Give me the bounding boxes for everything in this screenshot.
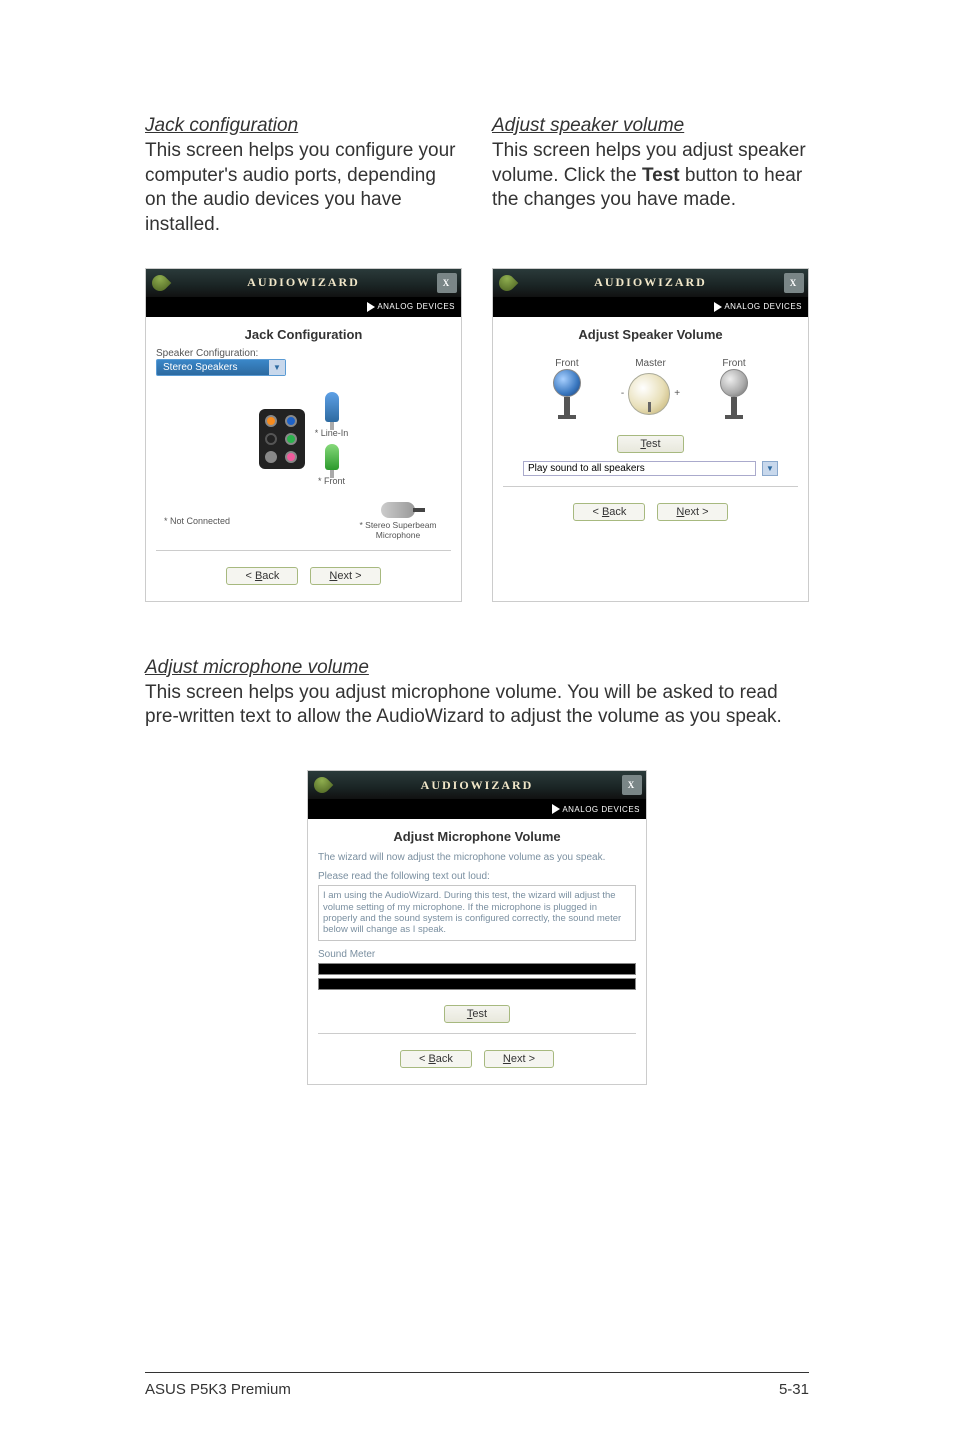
logo-icon xyxy=(311,774,334,797)
logo-icon xyxy=(496,271,519,294)
minus-icon: - xyxy=(621,388,624,399)
jack-cluster xyxy=(259,409,305,469)
adjust-mic-heading: Adjust microphone volume xyxy=(145,657,809,679)
jack-port[interactable] xyxy=(285,451,297,463)
close-icon[interactable]: X xyxy=(784,273,804,293)
sound-meter-label: Sound Meter xyxy=(318,949,636,960)
jack-config-heading: Jack configuration xyxy=(145,115,462,137)
footer-right: 5-31 xyxy=(779,1381,809,1398)
line-in-plug-icon xyxy=(325,392,339,422)
speaker-config-label: Speaker Configuration: xyxy=(156,348,451,359)
jack-config-wizard: AUDIOWIZARD X ANALOG DEVICES Jack Config… xyxy=(145,268,462,602)
brand-row: ANALOG DEVICES xyxy=(308,799,646,819)
chevron-down-icon[interactable]: ▼ xyxy=(762,461,778,476)
front-left-speaker-icon[interactable] xyxy=(553,369,581,419)
speaker-config-dropdown[interactable]: Stereo Speakers ▼ xyxy=(156,359,286,376)
not-connected-label: * Not Connected xyxy=(164,516,230,526)
front-right-label: Front xyxy=(720,358,748,369)
master-volume-knob[interactable] xyxy=(628,373,670,415)
logo-icon xyxy=(149,271,172,294)
wizard-title: AUDIOWIZARD xyxy=(247,275,360,290)
microphone-icon xyxy=(381,502,415,518)
test-button[interactable]: Test xyxy=(617,435,683,453)
adjust-speaker-heading: Adjust speaker volume xyxy=(492,115,809,137)
plus-icon: + xyxy=(674,388,680,399)
front-right-speaker-icon[interactable] xyxy=(720,369,748,419)
adjust-speaker-text: This screen helps you adjust speaker vol… xyxy=(492,139,809,213)
wizard-title: AUDIOWIZARD xyxy=(594,275,707,290)
panel-heading: Adjust Speaker Volume xyxy=(503,323,798,348)
read-aloud-text: I am using the AudioWizard. During this … xyxy=(318,885,636,941)
panel-heading: Jack Configuration xyxy=(156,323,451,348)
brand-row: ANALOG DEVICES xyxy=(493,297,808,317)
sound-meter xyxy=(318,963,636,993)
back-button[interactable]: < Back xyxy=(226,567,298,585)
jack-port[interactable] xyxy=(265,451,277,463)
front-plug-icon xyxy=(325,444,339,470)
jack-config-text: This screen helps you configure your com… xyxy=(145,139,462,238)
front-left-label: Front xyxy=(553,358,581,369)
wizard-title: AUDIOWIZARD xyxy=(421,778,534,793)
brand-row: ANALOG DEVICES xyxy=(146,297,461,317)
mic-desc: The wizard will now adjust the microphon… xyxy=(318,850,636,871)
next-button[interactable]: Next > xyxy=(310,567,380,585)
test-button[interactable]: Test xyxy=(444,1005,510,1023)
read-aloud-label: Please read the following text out loud: xyxy=(318,871,636,882)
play-sound-dropdown[interactable] xyxy=(523,461,756,476)
footer-left: ASUS P5K3 Premium xyxy=(145,1381,291,1398)
back-button[interactable]: < Back xyxy=(573,503,645,521)
jack-port[interactable] xyxy=(285,433,297,445)
mic-label: * Stereo Superbeam Microphone xyxy=(353,520,443,540)
adjust-mic-text: This screen helps you adjust microphone … xyxy=(145,681,809,730)
jack-port[interactable] xyxy=(265,433,277,445)
jack-port[interactable] xyxy=(265,415,277,427)
next-button[interactable]: Next > xyxy=(657,503,727,521)
mic-volume-wizard: AUDIOWIZARD X ANALOG DEVICES Adjust Micr… xyxy=(307,770,647,1085)
speaker-volume-wizard: AUDIOWIZARD X ANALOG DEVICES Adjust Spea… xyxy=(492,268,809,602)
panel-heading: Adjust Microphone Volume xyxy=(318,825,636,850)
jack-port[interactable] xyxy=(285,415,297,427)
back-button[interactable]: < Back xyxy=(400,1050,472,1068)
next-button[interactable]: Next > xyxy=(484,1050,554,1068)
close-icon[interactable]: X xyxy=(622,775,642,795)
chevron-down-icon[interactable]: ▼ xyxy=(269,360,285,375)
master-label: Master xyxy=(621,358,680,369)
close-icon[interactable]: X xyxy=(437,273,457,293)
